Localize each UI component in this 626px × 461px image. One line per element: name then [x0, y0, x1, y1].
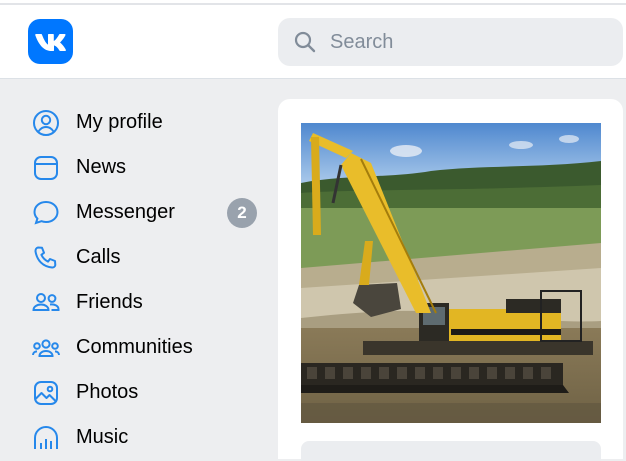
search-icon [292, 29, 318, 55]
left-sidebar: My profile News Messenger 2 Calls Friend… [0, 80, 270, 450]
sidebar-item-label: Communities [76, 336, 193, 358]
sidebar-item-news[interactable]: News [24, 145, 270, 190]
sidebar-item-calls[interactable]: Calls [24, 235, 270, 280]
excavator-photo-image [301, 123, 601, 423]
chat-bubble-icon [24, 191, 68, 235]
photo-icon [24, 371, 68, 415]
next-post-preview [301, 441, 601, 461]
phone-icon [24, 236, 68, 280]
search-input[interactable] [328, 29, 612, 55]
user-circle-icon [24, 101, 68, 145]
news-icon [24, 146, 68, 190]
communities-icon [24, 326, 68, 370]
sidebar-item-my-profile[interactable]: My profile [24, 100, 270, 145]
friends-icon [24, 281, 68, 325]
sidebar-item-label: Music [76, 426, 129, 448]
sidebar-item-communities[interactable]: Communities [24, 325, 270, 370]
feed-post-card [278, 99, 623, 461]
vk-logo[interactable] [28, 19, 73, 64]
sidebar-item-friends[interactable]: Friends [24, 280, 270, 325]
sidebar-item-label: News [76, 156, 127, 178]
sidebar-item-messenger[interactable]: Messenger 2 [24, 190, 270, 235]
sidebar-item-label: Friends [76, 291, 143, 313]
music-icon [24, 416, 68, 460]
sidebar-item-photos[interactable]: Photos [24, 370, 270, 415]
sidebar-item-label: Calls [76, 246, 121, 268]
sidebar-item-label: My profile [76, 111, 163, 133]
vk-logo-icon [34, 33, 66, 51]
unread-count-badge: 2 [227, 198, 257, 228]
top-header [0, 5, 626, 79]
sidebar-item-music[interactable]: Music [24, 415, 270, 460]
search-box[interactable] [278, 18, 623, 66]
post-photo[interactable] [301, 123, 601, 423]
sidebar-item-label: Photos [76, 381, 139, 403]
